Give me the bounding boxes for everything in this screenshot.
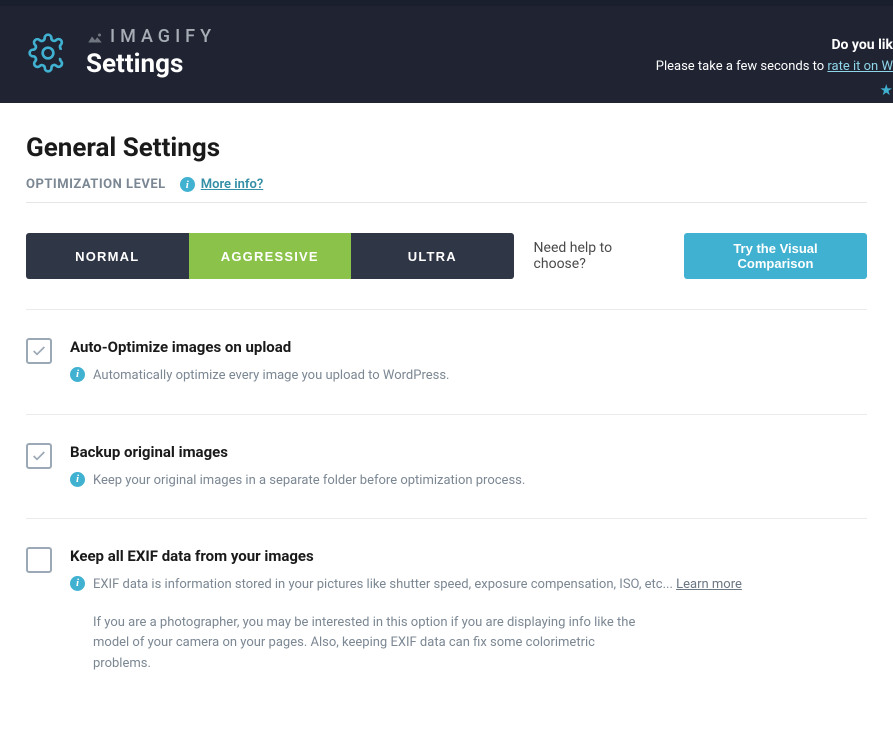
section-label: OPTIMIZATION LEVEL [26, 177, 166, 192]
header-left: IMAGIFY Settings [28, 26, 216, 79]
star-icon: ★ [656, 78, 893, 102]
option-body: Backup original images i Keep your origi… [70, 443, 867, 491]
exif-checkbox[interactable] [26, 547, 52, 573]
exif-desc-text: EXIF data is information stored in your … [93, 577, 676, 592]
gear-icon [28, 33, 68, 73]
option-backup: Backup original images i Keep your origi… [26, 415, 867, 520]
page-title: General Settings [26, 133, 867, 163]
info-icon: i [70, 472, 85, 487]
content: General Settings OPTIMIZATION LEVEL i Mo… [0, 103, 893, 713]
header-title: Settings [86, 49, 216, 79]
promo-link[interactable]: rate it on W [827, 59, 893, 74]
info-icon: i [70, 367, 85, 382]
brand-name: IMAGIFY [110, 26, 216, 47]
header-promo: Do you lik Please take a few seconds to … [656, 34, 893, 102]
level-aggressive-button[interactable]: AGGRESSIVE [189, 233, 352, 279]
brand-block: IMAGIFY Settings [86, 26, 216, 79]
option-desc: i EXIF data is information stored in you… [70, 575, 867, 595]
more-info-link[interactable]: More info? [201, 177, 264, 192]
section-label-row: OPTIMIZATION LEVEL i More info? [26, 177, 867, 203]
option-body: Auto-Optimize images on upload i Automat… [70, 338, 867, 386]
learn-more-link[interactable]: Learn more [676, 577, 742, 592]
option-note: If you are a photographer, you may be in… [93, 613, 653, 675]
check-icon [31, 448, 47, 464]
info-icon: i [180, 177, 195, 192]
option-exif: Keep all EXIF data from your images i EX… [26, 519, 867, 703]
option-auto-optimize: Auto-Optimize images on upload i Automat… [26, 310, 867, 415]
option-desc-text: Keep your original images in a separate … [93, 471, 525, 491]
visual-comparison-button[interactable]: Try the Visual Comparison [684, 233, 867, 279]
check-icon [31, 343, 47, 359]
auto-optimize-checkbox[interactable] [26, 338, 52, 364]
header: IMAGIFY Settings Do you lik Please take … [0, 6, 893, 103]
promo-text: Please take a few seconds to [656, 59, 828, 74]
level-normal-button[interactable]: NORMAL [26, 233, 189, 279]
option-desc-text: Automatically optimize every image you u… [93, 366, 449, 386]
info-icon: i [70, 576, 85, 591]
backup-checkbox[interactable] [26, 443, 52, 469]
option-title: Backup original images [70, 443, 867, 461]
option-title: Keep all EXIF data from your images [70, 547, 867, 565]
level-ultra-button[interactable]: ULTRA [351, 233, 514, 279]
option-desc: i Automatically optimize every image you… [70, 366, 867, 386]
help-text: Need help to choose? [534, 240, 664, 272]
more-info: i More info? [180, 177, 264, 192]
option-body: Keep all EXIF data from your images i EX… [70, 547, 867, 675]
brand-logo: IMAGIFY [86, 26, 216, 47]
level-buttons: NORMAL AGGRESSIVE ULTRA [26, 233, 514, 279]
promo-question: Do you lik [831, 37, 893, 53]
option-desc: i Keep your original images in a separat… [70, 471, 867, 491]
option-desc-text: EXIF data is information stored in your … [93, 575, 742, 595]
imagify-logo-icon [86, 30, 104, 44]
option-title: Auto-Optimize images on upload [70, 338, 867, 356]
optimization-level-row: NORMAL AGGRESSIVE ULTRA Need help to cho… [26, 233, 867, 310]
